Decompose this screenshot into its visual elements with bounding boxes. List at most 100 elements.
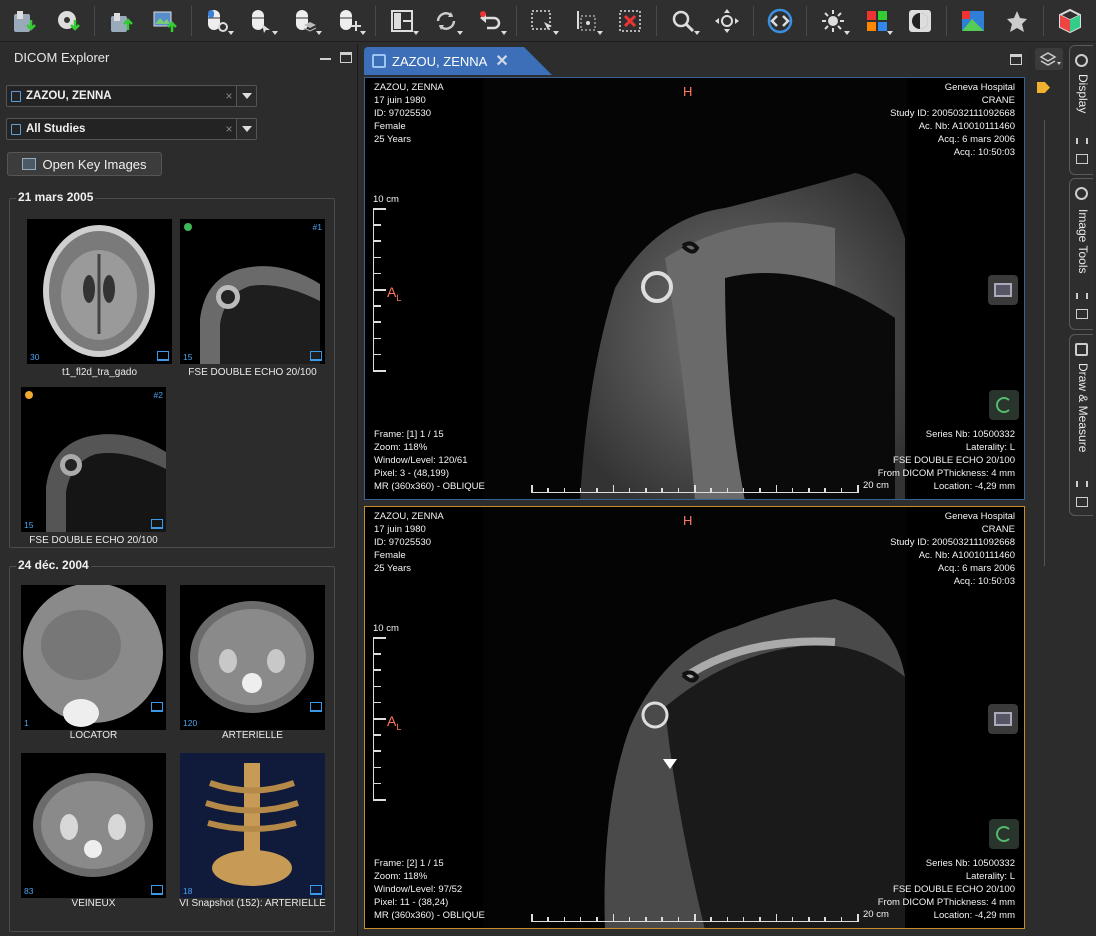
import-cd-button[interactable] bbox=[50, 4, 86, 38]
status-dot bbox=[25, 391, 33, 399]
draw-measure-panel-tab[interactable]: Draw & Measure bbox=[1069, 334, 1093, 516]
ct-abdomen-image bbox=[33, 773, 153, 877]
scale-tick bbox=[775, 914, 777, 921]
image-count: 15 bbox=[24, 520, 34, 530]
mouse-right-button[interactable] bbox=[287, 4, 323, 38]
pin-icon[interactable] bbox=[1076, 293, 1088, 299]
scale-tick bbox=[596, 488, 598, 492]
image-tools-icon bbox=[1075, 187, 1088, 200]
import-cd-icon bbox=[57, 10, 80, 31]
patient-select[interactable]: ZAZOU, ZENNA × bbox=[6, 85, 257, 107]
rotate-button[interactable] bbox=[989, 390, 1019, 420]
export-image-icon bbox=[153, 11, 177, 32]
birth-date: 17 juin 1980 bbox=[374, 95, 426, 106]
series-caption: FSE DOUBLE ECHO 20/100 bbox=[188, 367, 317, 378]
orientation-left-main: A bbox=[387, 284, 397, 300]
open-key-images-button[interactable]: Open Key Images bbox=[7, 152, 162, 176]
scale-tick bbox=[374, 734, 381, 736]
thumbnail-image[interactable]: 18 bbox=[180, 753, 325, 898]
scale-horizontal bbox=[531, 914, 859, 922]
image-viewport-2[interactable]: ZAZOU, ZENNA 17 juin 1980 ID: 97025530 F… bbox=[364, 506, 1025, 929]
pin-icon[interactable] bbox=[1076, 138, 1088, 144]
window-icon[interactable] bbox=[1076, 154, 1088, 164]
scale-tick bbox=[742, 488, 745, 492]
display-panel-tab[interactable]: Display bbox=[1069, 45, 1093, 175]
scale-tick bbox=[374, 799, 386, 801]
thumbnail-image[interactable]: 120 bbox=[180, 585, 325, 730]
scale-tick bbox=[694, 485, 696, 492]
maximize-view-icon[interactable] bbox=[1010, 54, 1022, 65]
clear-icon[interactable]: × bbox=[222, 122, 236, 136]
thumbnail-image[interactable]: 83 bbox=[21, 753, 166, 898]
image-viewport-1[interactable]: ZAZOU, ZENNA 17 juin 1980 ID: 97025530 F… bbox=[364, 77, 1025, 500]
export-dicom-button[interactable] bbox=[103, 4, 139, 38]
scale-tick bbox=[824, 917, 826, 921]
layers-button[interactable] bbox=[1035, 48, 1063, 70]
scale-tick bbox=[857, 914, 859, 921]
patient-id: ID: 97025530 bbox=[374, 537, 432, 548]
window-icon[interactable] bbox=[1076, 309, 1088, 319]
scale-tick bbox=[791, 488, 794, 492]
patient-sex: Female bbox=[374, 550, 406, 561]
patient-age: 25 Years bbox=[374, 563, 411, 574]
pin-icon[interactable] bbox=[1076, 481, 1088, 487]
synch-button[interactable] bbox=[428, 4, 464, 38]
scale-tick bbox=[563, 917, 566, 921]
sequence-button[interactable] bbox=[762, 4, 798, 38]
clear-icon[interactable]: × bbox=[222, 89, 236, 103]
reset-button[interactable] bbox=[472, 4, 508, 38]
volume-button[interactable] bbox=[1052, 4, 1088, 38]
thumbnail-image[interactable]: #2 15 bbox=[21, 387, 166, 532]
layout-button[interactable] bbox=[384, 4, 420, 38]
study-date: 24 déc. 2004 bbox=[16, 558, 91, 572]
brightness-icon bbox=[821, 9, 844, 32]
zoom-info: Zoom: 118% bbox=[374, 871, 428, 882]
thumbnail-image[interactable]: 1 bbox=[21, 585, 166, 730]
image-export-button[interactable] bbox=[955, 4, 991, 38]
close-icon[interactable]: ✕ bbox=[495, 51, 508, 71]
studies-select[interactable]: All Studies × bbox=[6, 118, 257, 140]
image-settings-button[interactable] bbox=[988, 704, 1018, 734]
tool-star-icon bbox=[1007, 10, 1028, 32]
image-settings-button[interactable] bbox=[988, 275, 1018, 305]
draw-measure-tab-label: Draw & Measure bbox=[1076, 363, 1090, 453]
maximize-panel-icon[interactable] bbox=[340, 52, 352, 63]
export-image-button[interactable] bbox=[147, 4, 183, 38]
study-id: Study ID: 2005032111092668 bbox=[890, 537, 1015, 548]
zoom-button[interactable] bbox=[665, 4, 701, 38]
delete-selection-button[interactable] bbox=[612, 4, 648, 38]
scale-tick bbox=[726, 917, 729, 921]
series-caption: VI Snapshot (152): ARTERIELLE bbox=[179, 898, 326, 909]
thumbnail-image[interactable]: 30 bbox=[27, 219, 172, 364]
scale-tick bbox=[374, 782, 381, 785]
tool-button[interactable] bbox=[999, 4, 1035, 38]
mouse-middle-button[interactable] bbox=[243, 4, 279, 38]
invert-button[interactable] bbox=[902, 4, 938, 38]
scale-tick bbox=[374, 305, 381, 307]
monitor-icon bbox=[310, 885, 322, 895]
scale-tick bbox=[374, 256, 381, 259]
lut-button[interactable] bbox=[859, 4, 895, 38]
minimize-panel-icon[interactable] bbox=[320, 58, 331, 60]
tab-patient[interactable]: ZAZOU, ZENNA ✕ bbox=[364, 47, 552, 75]
measure-select-button[interactable] bbox=[525, 4, 561, 38]
image-tools-panel-tab[interactable]: Image Tools bbox=[1069, 178, 1093, 330]
toolbar-separator bbox=[93, 5, 95, 36]
rotate-button[interactable] bbox=[989, 819, 1019, 849]
thumbnail-image[interactable]: #1 15 bbox=[180, 219, 325, 364]
dropdown-button[interactable] bbox=[236, 119, 256, 139]
point-select-button[interactable] bbox=[568, 4, 604, 38]
monitor-icon bbox=[310, 351, 322, 361]
dropdown-button[interactable] bbox=[236, 86, 256, 106]
acquisition-date: Acq.: 6 mars 2006 bbox=[937, 134, 1015, 145]
brightness-button[interactable] bbox=[815, 4, 851, 38]
mouse-wheel-button[interactable] bbox=[331, 4, 367, 38]
overlay-bottom-right: Series Nb: 10500332 Laterality: L FSE DO… bbox=[878, 857, 1015, 922]
import-dicom-button[interactable] bbox=[6, 4, 42, 38]
pan-button[interactable] bbox=[709, 4, 745, 38]
window-icon[interactable] bbox=[1076, 497, 1088, 507]
mouse-left-button[interactable] bbox=[199, 4, 235, 38]
scale-tick bbox=[710, 488, 712, 492]
mouse-middle-pan-icon bbox=[252, 9, 271, 33]
accession-number: Ac. Nb: A10010111460 bbox=[918, 121, 1015, 132]
